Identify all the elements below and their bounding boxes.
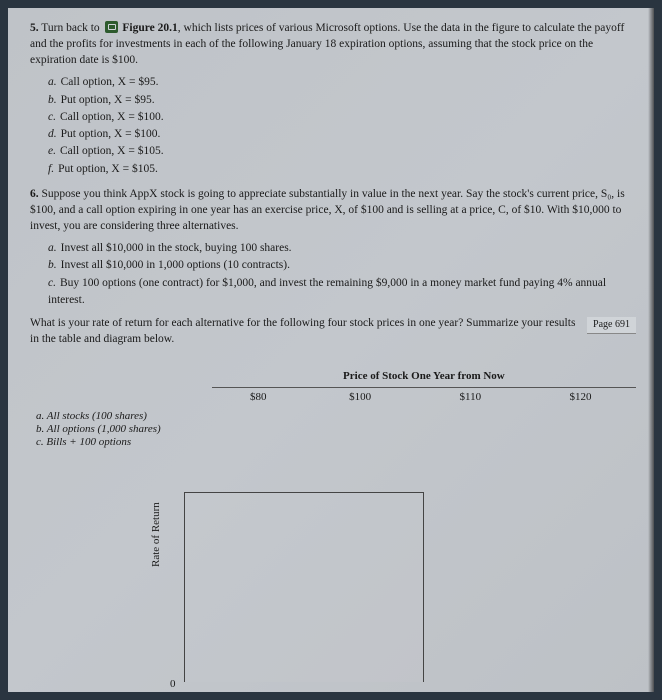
q6-prompt: What is your rate of return for each alt…: [30, 317, 575, 345]
q6-number: 6.: [30, 188, 39, 200]
q5-item-c: c.Call option, X = $100.: [48, 109, 636, 126]
q5-figure-ref: Figure 20.1: [122, 22, 177, 34]
table-col-head-row: $80 $100 $110 $120: [30, 388, 636, 407]
q5-number: 5.: [30, 22, 39, 34]
q6-item-b: b.Invest all $10,000 in 1,000 options (1…: [48, 257, 636, 274]
q6-item-c: c.Buy 100 options (one contract) for $1,…: [48, 275, 636, 310]
q5-item-e: e.Call option, X = $105.: [48, 143, 636, 160]
q5-item-a: a.Call option, X = $95.: [48, 74, 636, 91]
col-head-2: $110: [416, 388, 526, 407]
q5-item-d: d.Put option, X = $100.: [48, 126, 636, 143]
price-table: Price of Stock One Year from Now $80 $10…: [30, 367, 636, 448]
chart-zero: 0: [170, 678, 176, 690]
q5-text-a: Turn back to: [41, 22, 102, 34]
table: Price of Stock One Year from Now $80 $10…: [30, 367, 636, 406]
table-row-b: b. All options (1,000 shares): [36, 423, 636, 435]
scan-edge-shadow: [648, 8, 654, 692]
col-head-1: $100: [305, 388, 416, 407]
question-6: 6. Suppose you think AppX stock is going…: [30, 186, 636, 234]
q5-item-b: b.Put option, X = $95.: [48, 92, 636, 109]
page-scan: 5. Turn back to Figure 20.1, which lists…: [8, 8, 654, 692]
table-row-labels: a. All stocks (100 shares) b. All option…: [30, 410, 636, 448]
chart-area: Rate of Return 0: [148, 492, 428, 692]
link-icon: [105, 21, 118, 33]
page-tag: Page 691: [587, 317, 636, 334]
table-group-head: Price of Stock One Year from Now: [212, 367, 636, 388]
chart-box: [184, 492, 424, 682]
col-head-3: $120: [525, 388, 636, 407]
q5-text-b: , which lists prices of various Microsof…: [30, 22, 624, 66]
chart-y-label: Rate of Return: [150, 502, 162, 567]
q6-text: Suppose you think AppX stock is going to…: [30, 188, 625, 232]
question-5: 5. Turn back to Figure 20.1, which lists…: [30, 20, 636, 68]
q6-item-a: a.Invest all $10,000 in the stock, buyin…: [48, 240, 636, 257]
table-row-a: a. All stocks (100 shares): [36, 410, 636, 422]
q6-prompt-row: Page 691 What is your rate of return for…: [30, 315, 636, 347]
table-row-c: c. Bills + 100 options: [36, 436, 636, 448]
col-head-0: $80: [212, 388, 305, 407]
q5-item-f: f.Put option, X = $105.: [48, 161, 636, 178]
